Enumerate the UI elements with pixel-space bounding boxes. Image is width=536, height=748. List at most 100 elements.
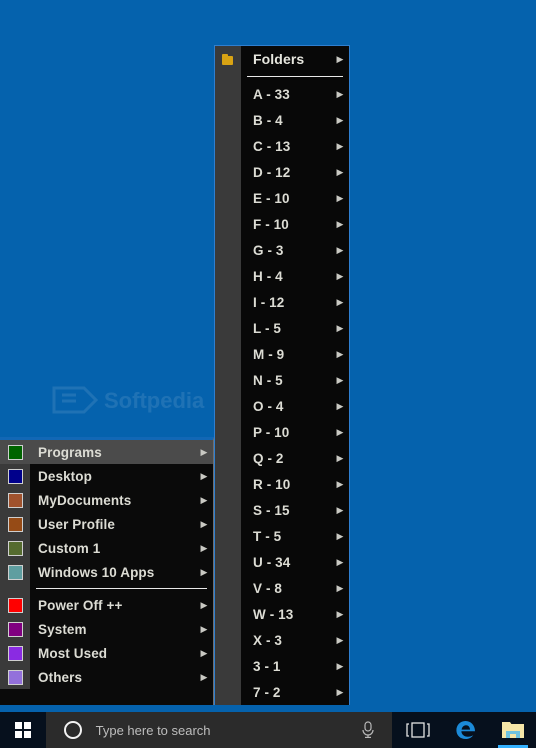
edge-icon[interactable] — [443, 712, 490, 748]
folders-menu-item[interactable]: Q - 2 ▶ — [215, 445, 349, 471]
folders-menu-item[interactable]: V - 8 ▶ — [215, 575, 349, 601]
folders-menu-item[interactable]: L - 5 ▶ — [215, 315, 349, 341]
folders-menu-item-label: A - 33 — [253, 86, 290, 102]
main-menu-item-label: Power Off ++ — [38, 597, 123, 613]
main-menu-item-power-off[interactable]: Power Off ++ ▶ — [0, 593, 213, 617]
folders-menu-item[interactable]: R - 10 ▶ — [215, 471, 349, 497]
chevron-right-icon: ▶ — [336, 426, 344, 437]
folders-gutter-cell — [215, 445, 241, 471]
folders-menu-item-label: E - 10 — [253, 190, 290, 206]
folders-menu-item[interactable]: X - 3 ▶ — [215, 627, 349, 653]
main-menu-item-system[interactable]: System ▶ — [0, 617, 213, 641]
folders-gutter-cell — [215, 393, 241, 419]
folders-menu-item[interactable]: P - 10 ▶ — [215, 419, 349, 445]
folders-menu-item-label: 7 - 2 — [253, 684, 281, 700]
color-swatch-icon — [7, 444, 23, 460]
chevron-right-icon: ▶ — [336, 374, 344, 385]
chevron-right-icon: ▶ — [336, 530, 344, 541]
color-swatch-icon — [7, 492, 23, 508]
folders-menu-item[interactable]: S - 15 ▶ — [215, 497, 349, 523]
folders-gutter-cell — [215, 185, 241, 211]
folders-menu-item-label: S - 15 — [253, 502, 290, 518]
chevron-right-icon: ▶ — [336, 53, 344, 64]
folders-gutter-cell — [215, 367, 241, 393]
folders-gutter-cell — [215, 627, 241, 653]
task-view-icon[interactable] — [392, 712, 443, 748]
chevron-right-icon: ▶ — [336, 452, 344, 463]
start-button[interactable] — [0, 712, 46, 748]
folders-menu-item[interactable]: A - 33 ▶ — [215, 81, 349, 107]
main-menu-item-label: User Profile — [38, 516, 115, 532]
color-swatch-cell — [0, 593, 30, 617]
search-input[interactable]: Type here to search — [96, 723, 211, 738]
main-menu-item-desktop[interactable]: Desktop ▶ — [0, 464, 213, 488]
main-menu-item-label: Most Used — [38, 645, 108, 661]
main-menu-item-mydocuments[interactable]: MyDocuments ▶ — [0, 488, 213, 512]
main-menu-item-custom-1[interactable]: Custom 1 ▶ — [0, 536, 213, 560]
main-menu[interactable]: Programs ▶ Desktop ▶ MyDocuments ▶ User Profil… — [0, 437, 214, 705]
folders-menu-item[interactable]: I - 12 ▶ — [215, 289, 349, 315]
folders-menu-item-label: T - 5 — [253, 528, 282, 544]
folders-menu-item[interactable]: F - 10 ▶ — [215, 211, 349, 237]
color-swatch-icon — [7, 564, 23, 580]
folders-menu-item[interactable]: D - 12 ▶ — [215, 159, 349, 185]
main-menu-item-label: Desktop — [38, 468, 92, 484]
color-swatch-cell — [0, 536, 30, 560]
chevron-right-icon: ▶ — [200, 518, 208, 529]
folders-menu-item-label: C - 13 — [253, 138, 291, 154]
color-swatch-cell — [0, 617, 30, 641]
folders-gutter-cell — [215, 263, 241, 289]
microphone-icon[interactable] — [360, 721, 376, 739]
folders-menu-item[interactable]: H - 4 ▶ — [215, 263, 349, 289]
folders-menu-item-label: X - 3 — [253, 632, 283, 648]
folders-menu-item-label: N - 5 — [253, 372, 283, 388]
main-menu-item-others[interactable]: Others ▶ — [0, 665, 213, 689]
folders-gutter-cell — [215, 471, 241, 497]
folders-gutter-cell — [215, 81, 241, 107]
main-menu-item-programs[interactable]: Programs ▶ — [0, 440, 213, 464]
color-swatch-icon — [7, 669, 23, 685]
folders-menu-item[interactable]: B - 4 ▶ — [215, 107, 349, 133]
folder-icon-cell — [215, 46, 241, 72]
svg-text:Softpedia: Softpedia — [104, 388, 205, 413]
folders-menu-item[interactable]: U - 34 ▶ — [215, 549, 349, 575]
folders-menu-item[interactable]: 7 - 2 ▶ — [215, 679, 349, 705]
cortana-circle-icon[interactable] — [63, 721, 82, 739]
folders-menu-item[interactable]: E - 10 ▶ — [215, 185, 349, 211]
taskbar[interactable]: Type here to search — [0, 712, 536, 748]
folders-menu-item-label: B - 4 — [253, 112, 283, 128]
folders-menu-item[interactable]: C - 13 ▶ — [215, 133, 349, 159]
file-explorer-icon[interactable] — [489, 712, 536, 748]
chevron-right-icon: ▶ — [200, 671, 208, 682]
chevron-right-icon: ▶ — [336, 660, 344, 671]
main-menu-item-user-profile[interactable]: User Profile ▶ — [0, 512, 213, 536]
main-menu-item-label: Others — [38, 669, 83, 685]
folders-menu-item[interactable]: N - 5 ▶ — [215, 367, 349, 393]
color-swatch-cell — [0, 488, 30, 512]
folders-menu-item[interactable]: O - 4 ▶ — [215, 393, 349, 419]
main-menu-item-windows-10-apps[interactable]: Windows 10 Apps ▶ — [0, 560, 213, 584]
folders-gutter-cell — [215, 575, 241, 601]
folders-menu-item[interactable]: M - 9 ▶ — [215, 341, 349, 367]
folders-menu-item[interactable]: T - 5 ▶ — [215, 523, 349, 549]
folders-header-item[interactable]: Folders ▶ — [215, 46, 349, 72]
folders-separator — [215, 72, 349, 81]
chevron-right-icon: ▶ — [336, 582, 344, 593]
folders-submenu[interactable]: Folders ▶ A - 33 ▶ B - 4 ▶ C - 13 ▶ D - 12 ▶ E -… — [214, 45, 350, 705]
chevron-right-icon: ▶ — [200, 542, 208, 553]
main-menu-list: Programs ▶ Desktop ▶ MyDocuments ▶ User Profil… — [0, 440, 213, 689]
main-menu-item-most-used[interactable]: Most Used ▶ — [0, 641, 213, 665]
chevron-right-icon: ▶ — [200, 623, 208, 634]
chevron-right-icon: ▶ — [200, 446, 208, 457]
color-swatch-cell — [0, 641, 30, 665]
folder-icon — [221, 53, 235, 65]
color-swatch-icon — [7, 597, 23, 613]
folders-menu-item[interactable]: G - 3 ▶ — [215, 237, 349, 263]
folders-menu-item[interactable]: W - 13 ▶ — [215, 601, 349, 627]
folders-gutter-cell — [215, 601, 241, 627]
chevron-right-icon: ▶ — [336, 400, 344, 411]
search-box[interactable]: Type here to search — [45, 712, 393, 748]
folders-menu-item[interactable]: 3 - 1 ▶ — [215, 653, 349, 679]
watermark-logo: Softpedia — [52, 386, 205, 414]
chevron-right-icon: ▶ — [336, 166, 344, 177]
